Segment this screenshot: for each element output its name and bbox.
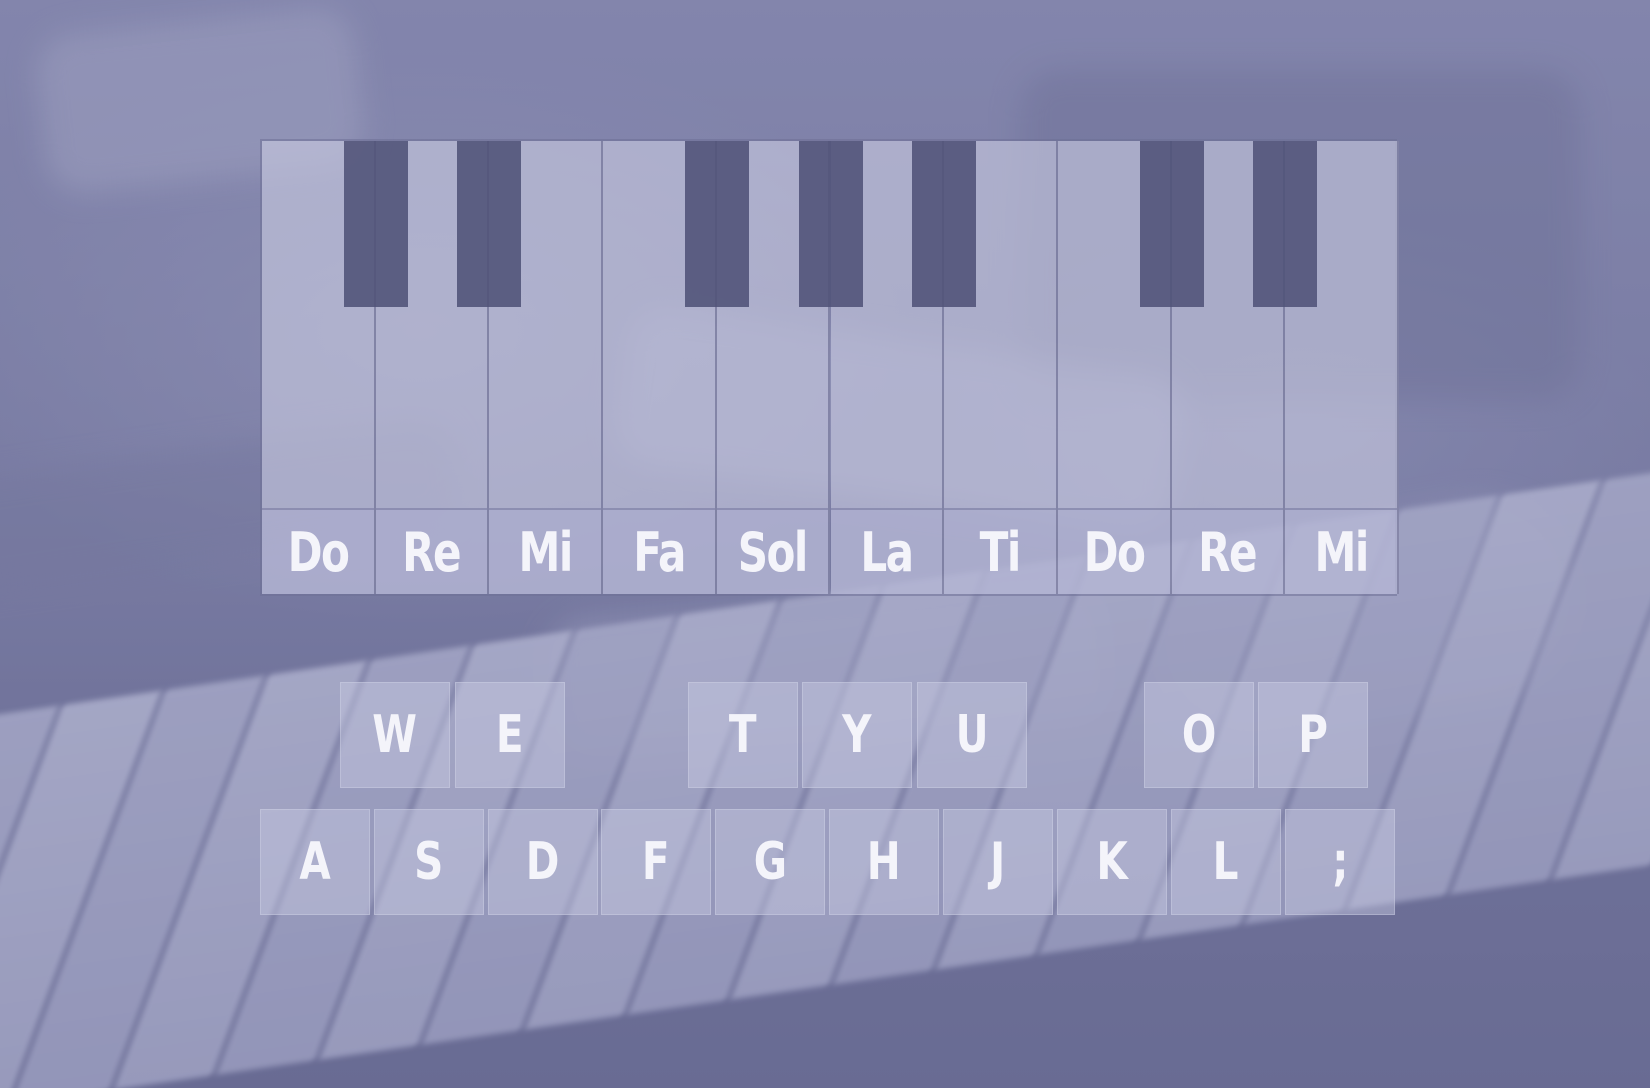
keyboard-key[interactable]: U xyxy=(917,682,1027,788)
piano-black-key[interactable] xyxy=(912,141,977,307)
keyboard-key[interactable]: W xyxy=(340,682,450,788)
piano-black-key[interactable] xyxy=(1253,141,1318,307)
keyboard-key[interactable]: A xyxy=(260,809,370,915)
keyboard-key[interactable]: P xyxy=(1258,682,1368,788)
note-label: Mi xyxy=(1314,520,1370,584)
note-label: Re xyxy=(402,520,462,584)
note-label-area: Fa xyxy=(603,508,715,594)
keyboard-key[interactable]: O xyxy=(1144,682,1254,788)
piano-black-key[interactable] xyxy=(457,141,522,307)
note-label-area: La xyxy=(830,508,943,594)
piano-keyboard: Do Re Mi Fa Sol La Ti Do Re Mi xyxy=(260,139,1399,596)
piano-black-key[interactable] xyxy=(1139,141,1204,307)
keyboard-key-label: J xyxy=(990,832,1006,892)
keyboard-key[interactable]: H xyxy=(829,809,939,915)
keyboard-key[interactable]: J xyxy=(943,809,1053,915)
keyboard-key-label: T xyxy=(729,705,757,765)
note-label-area: Re xyxy=(1171,508,1284,594)
keyboard-key-label: K xyxy=(1096,832,1128,892)
keyboard-key-label: W xyxy=(372,705,418,765)
keyboard-key[interactable]: G xyxy=(715,809,825,915)
note-label: La xyxy=(860,520,914,584)
keyboard-lower-row: A S D F G H J K L; xyxy=(0,809,1650,915)
keyboard-key-label: O xyxy=(1181,705,1217,765)
keyboard-key[interactable]: L xyxy=(1171,809,1281,915)
keyboard-key-label: P xyxy=(1298,705,1328,765)
note-label-area: Do xyxy=(262,508,374,594)
keyboard-key-label: E xyxy=(496,705,524,765)
note-label: Sol xyxy=(738,520,809,584)
keyboard-key[interactable]: S xyxy=(374,809,484,915)
keyboard-key-label: S xyxy=(414,832,444,892)
note-label: Mi xyxy=(518,520,574,584)
note-label: Do xyxy=(1083,520,1145,584)
keyboard-key-label: F xyxy=(642,832,670,892)
piano-black-key[interactable] xyxy=(684,141,749,307)
keyboard-key-label: H xyxy=(867,832,901,892)
keyboard-key-label: Y xyxy=(842,705,872,765)
note-label: Re xyxy=(1198,520,1257,584)
note-label-area: Mi xyxy=(489,508,602,594)
keyboard-key[interactable]: E xyxy=(455,682,565,788)
keyboard-key-label: A xyxy=(299,832,331,892)
keyboard-key[interactable]: K xyxy=(1057,809,1167,915)
note-label-area: Re xyxy=(375,508,488,594)
piano-black-key[interactable] xyxy=(343,141,408,307)
keyboard-key-label: D xyxy=(526,832,560,892)
note-label-area: Do xyxy=(1057,508,1170,594)
note-label: Fa xyxy=(633,520,686,584)
keyboard-key[interactable]: ; xyxy=(1285,809,1395,915)
piano-black-key[interactable] xyxy=(798,141,863,307)
keyboard-key-label: L xyxy=(1213,832,1239,892)
keyboard-key[interactable]: F xyxy=(601,809,711,915)
note-label-area: Sol xyxy=(716,508,829,594)
note-label: Ti xyxy=(979,520,1022,584)
keyboard-key-label: U xyxy=(955,705,989,765)
keyboard-upper-row: WETYUOP xyxy=(0,682,1650,788)
note-label-area: Mi xyxy=(1285,508,1397,594)
keyboard-key[interactable]: D xyxy=(488,809,598,915)
keyboard-key-label: G xyxy=(753,832,787,892)
keyboard-key[interactable]: Y xyxy=(802,682,912,788)
note-label-area: Ti xyxy=(944,508,1056,594)
keyboard-key-label: ; xyxy=(1331,832,1349,892)
keyboard-key[interactable]: T xyxy=(688,682,798,788)
note-label: Do xyxy=(287,520,349,584)
